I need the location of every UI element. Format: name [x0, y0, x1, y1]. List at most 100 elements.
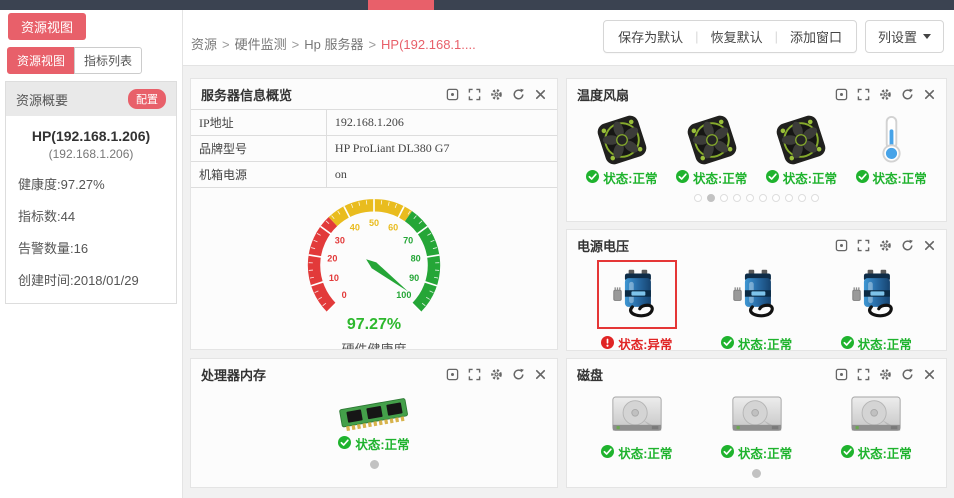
pagination-dot[interactable] [759, 194, 767, 202]
check-circle-icon [676, 170, 689, 186]
pagination-dots[interactable] [191, 460, 557, 469]
svg-text:60: 60 [388, 223, 398, 233]
fan-icon [778, 117, 824, 163]
status-badge: 状态:正常 [338, 434, 409, 453]
pagination-dot[interactable] [733, 194, 741, 202]
close-icon[interactable] [923, 88, 936, 101]
settings-icon[interactable] [879, 368, 892, 381]
resource-overview-card: 资源概要 配置 HP(192.168.1.206) (192.168.1.206… [5, 81, 177, 304]
breadcrumb-current: HP(192.168.1.... [381, 37, 476, 52]
browser-top-bar [0, 0, 954, 10]
status-badge: 状态:正常 [841, 443, 912, 462]
close-icon[interactable] [534, 368, 547, 381]
status-badge: 状态:正常 [721, 334, 792, 351]
svg-text:30: 30 [335, 235, 345, 245]
breadcrumb: 资源>硬件监测>Hp 服务器>HP(192.168.1.... [191, 34, 476, 53]
pagination-dot[interactable] [370, 460, 379, 469]
fullscreen-icon[interactable] [468, 88, 481, 101]
stat-alarm-count: 告警数量:16 [18, 238, 164, 257]
fan-icon [599, 117, 645, 163]
fullscreen-icon[interactable] [857, 88, 870, 101]
settings-icon[interactable] [879, 239, 892, 252]
resource-overview-title: 资源概要 [16, 90, 68, 109]
hardware-item-selected[interactable]: 状态:异常 [577, 260, 697, 351]
fullscreen-icon[interactable] [468, 368, 481, 381]
fullscreen-icon[interactable] [857, 368, 870, 381]
refresh-icon[interactable] [901, 368, 914, 381]
breadcrumb-resource[interactable]: 资源 [191, 37, 217, 52]
resource-overview-body: HP(192.168.1.206) (192.168.1.206) 健康度:97… [6, 116, 176, 303]
close-icon[interactable] [923, 239, 936, 252]
row-value: 192.168.1.206 [326, 110, 557, 136]
pagination-dots[interactable] [567, 469, 946, 478]
svg-text:40: 40 [350, 223, 360, 233]
breadcrumb-hp-server[interactable]: Hp 服务器 [304, 37, 363, 52]
gauge-value: 97.27% [191, 316, 557, 334]
hardware-item: 状态:正常 [577, 117, 667, 187]
hardware-item: 状态:正常 [201, 401, 547, 453]
sidebar: 资源视图 资源视图 指标列表 资源概要 配置 HP(192.168.1.206)… [0, 10, 183, 498]
pagination-dots[interactable] [567, 194, 946, 202]
fullscreen-icon[interactable] [857, 239, 870, 252]
check-circle-icon [721, 336, 734, 352]
close-icon[interactable] [923, 368, 936, 381]
stat-metric-count: 指标数:44 [18, 206, 164, 225]
pagination-dot[interactable] [785, 194, 793, 202]
check-circle-icon [721, 445, 734, 461]
minimize-icon[interactable] [835, 368, 848, 381]
close-icon[interactable] [534, 88, 547, 101]
svg-text:0: 0 [342, 290, 347, 300]
panel-title: 服务器信息概览 [201, 85, 292, 104]
panel-title: 处理器内存 [201, 365, 266, 384]
refresh-icon[interactable] [901, 88, 914, 101]
panel-cpu-memory: 处理器内存 状态:正常 [190, 358, 558, 488]
panel-server-info: 服务器信息概览 IP地址 192.168.1.206 品牌型号 [190, 78, 558, 350]
status-badge: 状态:正常 [721, 443, 792, 462]
disk-icon [611, 395, 663, 438]
icon-box [836, 260, 916, 329]
pagination-dot[interactable] [720, 194, 728, 202]
panel-action-icons [446, 88, 547, 101]
disk-icon [850, 395, 902, 438]
refresh-icon[interactable] [512, 88, 525, 101]
config-button[interactable]: 配置 [128, 89, 166, 109]
status-badge: 状态:异常 [601, 334, 672, 351]
tab-resource-view[interactable]: 资源视图 [7, 47, 75, 74]
minimize-icon[interactable] [446, 368, 459, 381]
settings-icon[interactable] [490, 368, 503, 381]
settings-icon[interactable] [879, 88, 892, 101]
panel-action-icons [835, 88, 936, 101]
pagination-dot[interactable] [707, 194, 715, 202]
pagination-dot[interactable] [694, 194, 702, 202]
row-label: 品牌型号 [191, 136, 326, 162]
pagination-dot[interactable] [811, 194, 819, 202]
breadcrumb-hardware-monitor[interactable]: 硬件监测 [235, 37, 287, 52]
refresh-icon[interactable] [901, 239, 914, 252]
header-actions: 保存为默认 | 恢复默认 | 添加窗口 列设置 [603, 20, 944, 53]
settings-icon[interactable] [490, 88, 503, 101]
hardware-item: 状态:正常 [846, 115, 936, 187]
breadcrumb-separator: > [368, 37, 376, 52]
hardware-item: 状态:正常 [816, 395, 936, 462]
save-default-button[interactable]: 保存为默认 [606, 27, 695, 46]
minimize-icon[interactable] [835, 239, 848, 252]
tab-metric-list[interactable]: 指标列表 [74, 47, 142, 74]
disk-icon [731, 395, 783, 438]
panel-action-icons [835, 239, 936, 252]
status-badge: 状态:正常 [766, 168, 837, 187]
restore-default-button[interactable]: 恢复默认 [699, 27, 775, 46]
add-window-button[interactable]: 添加窗口 [778, 27, 854, 46]
panel-title: 磁盘 [577, 365, 603, 384]
table-row: 机箱电源 on [191, 162, 557, 188]
refresh-icon[interactable] [512, 368, 525, 381]
pagination-dot[interactable] [752, 469, 761, 478]
pagination-dot[interactable] [772, 194, 780, 202]
svg-text:50: 50 [369, 218, 379, 228]
minimize-icon[interactable] [446, 88, 459, 101]
minimize-icon[interactable] [835, 88, 848, 101]
active-tab-indicator [368, 0, 434, 10]
column-settings-button[interactable]: 列设置 [865, 20, 944, 53]
pagination-dot[interactable] [798, 194, 806, 202]
resource-view-badge[interactable]: 资源视图 [8, 13, 86, 40]
pagination-dot[interactable] [746, 194, 754, 202]
